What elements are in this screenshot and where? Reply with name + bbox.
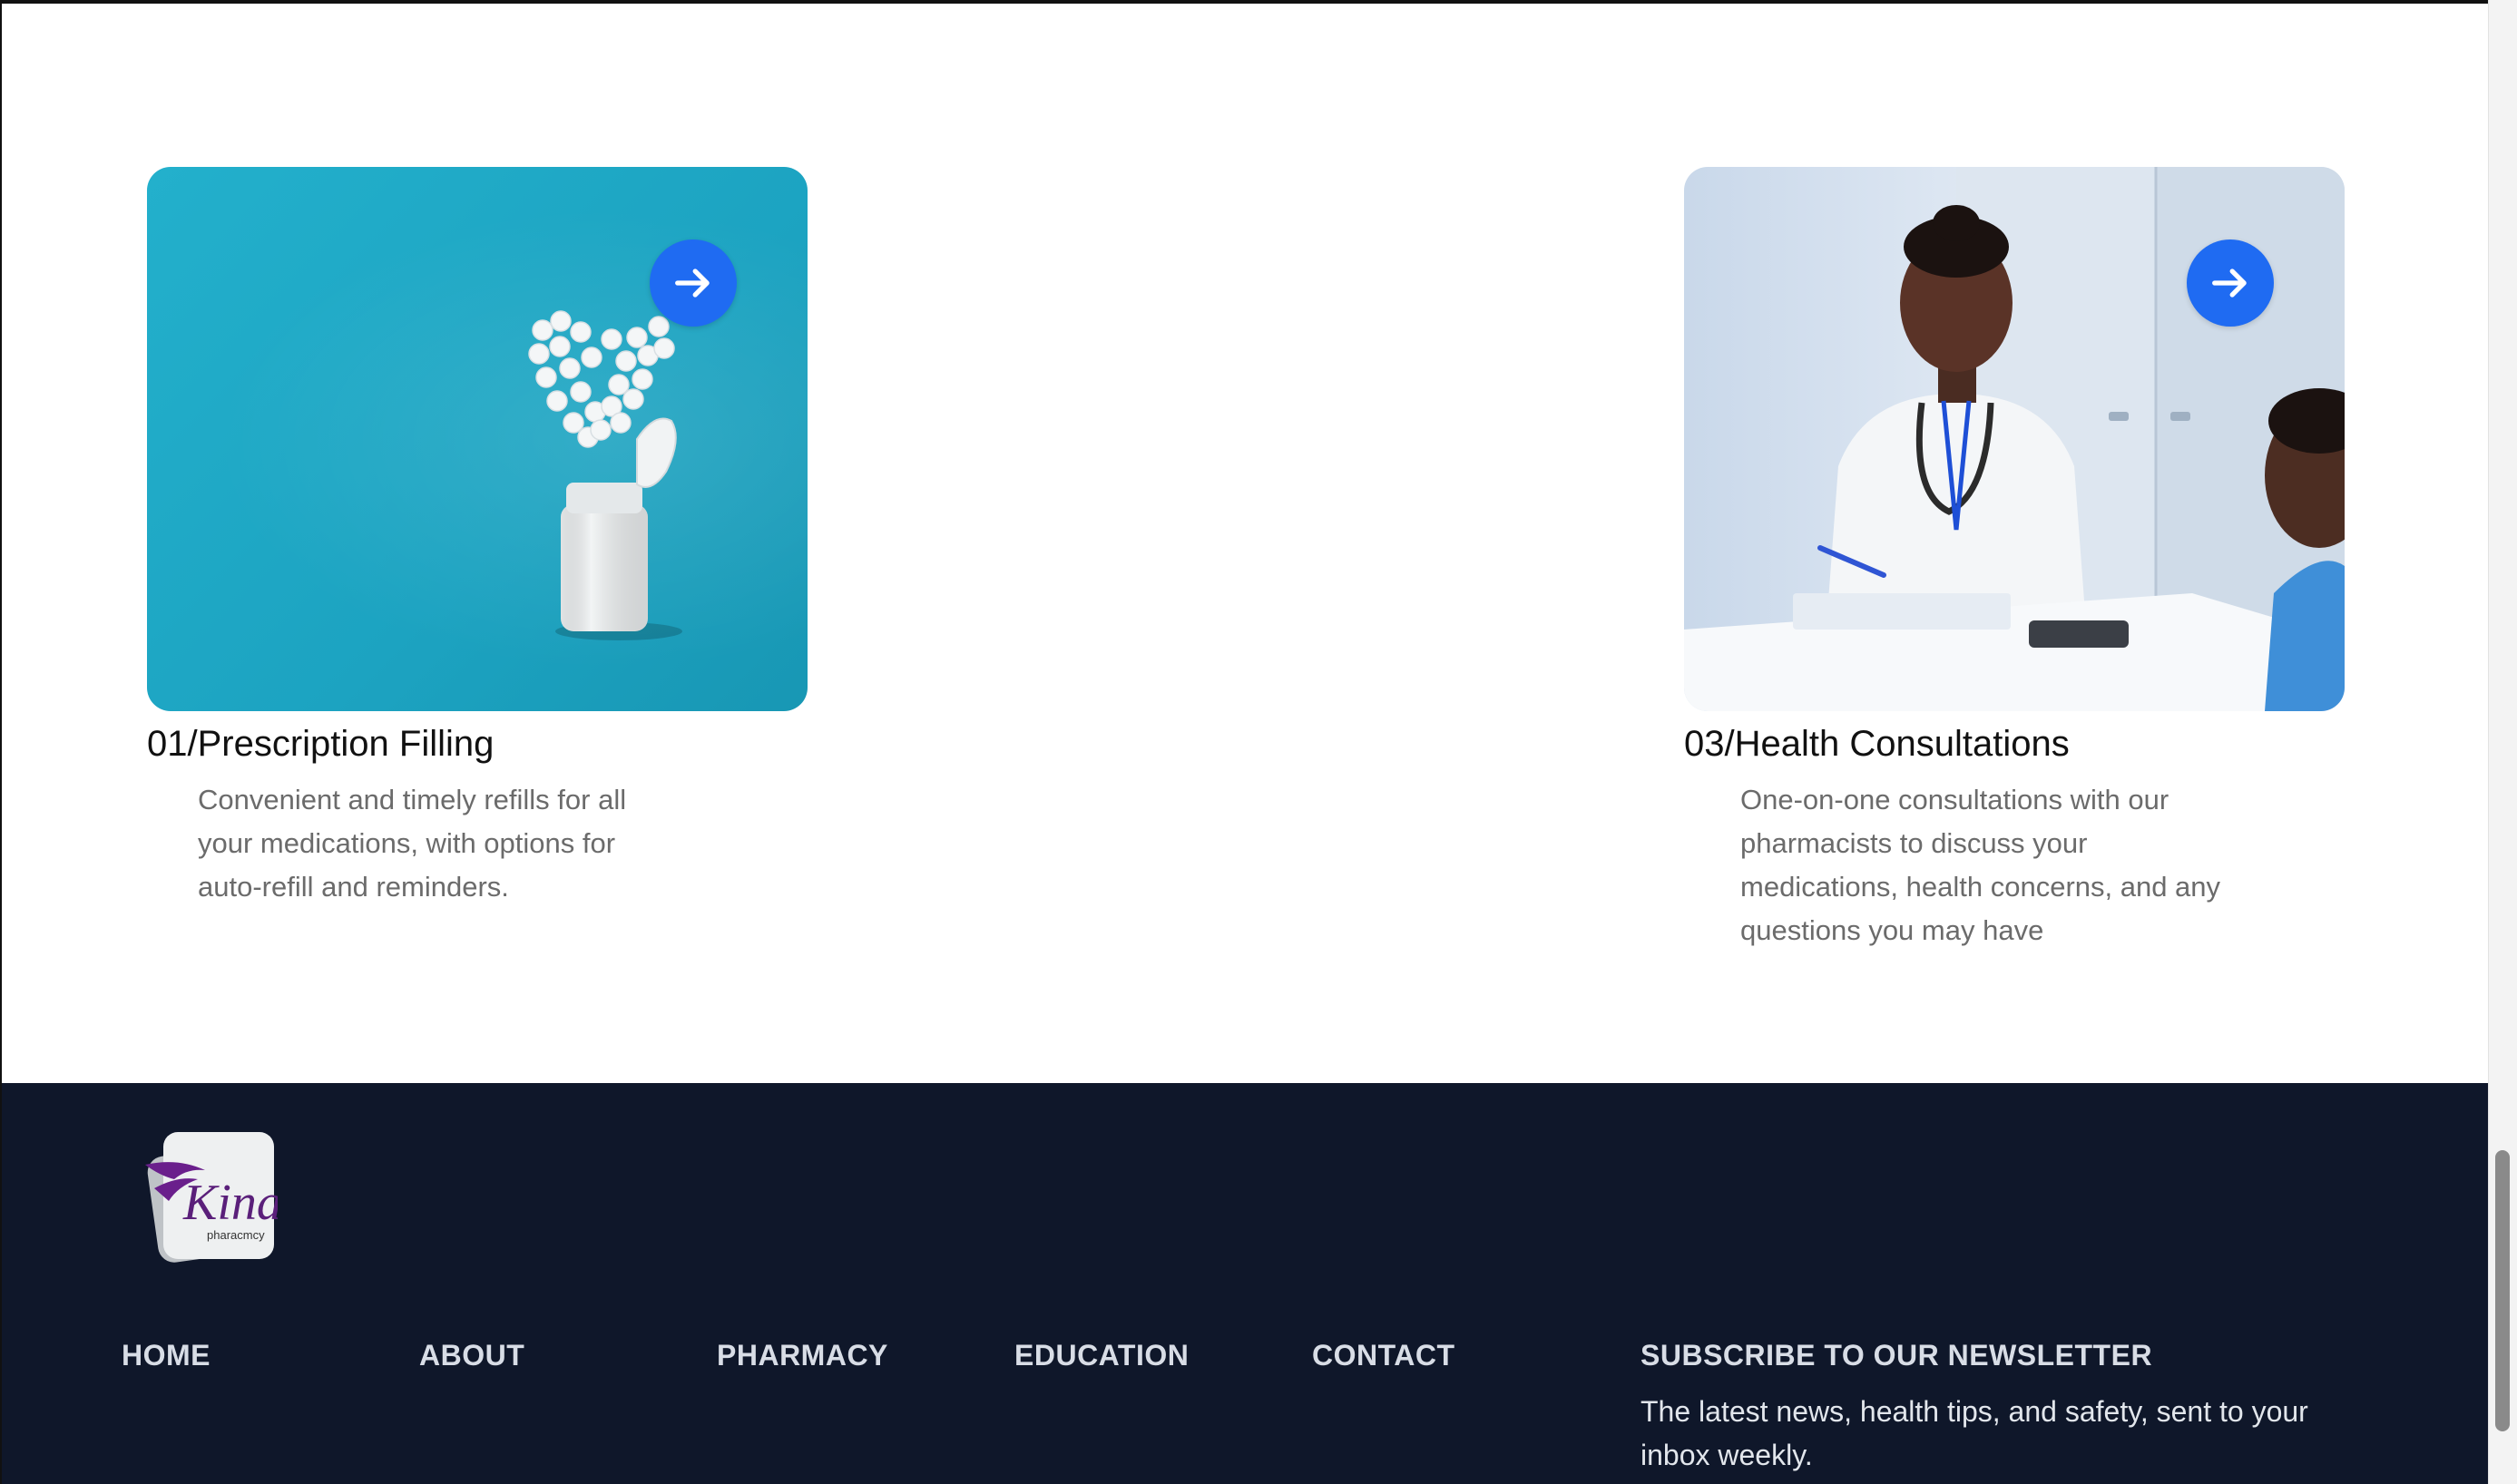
footer-link-contact[interactable]: CONTACT xyxy=(1312,1339,1455,1372)
footer-link-pharmacy[interactable]: PHARMACY xyxy=(717,1339,888,1372)
arrow-right-button[interactable] xyxy=(650,239,737,327)
logo-brand-text: Kina xyxy=(182,1175,278,1231)
pill-bottle-heart-image xyxy=(147,167,808,711)
site-footer: Kina pharacmcy HOME ABOUT PHARMACY EDUCA… xyxy=(2,1083,2488,1484)
services-section: 01/Prescription Filling Convenient and t… xyxy=(2,4,2488,1083)
arrow-right-icon xyxy=(2212,268,2247,298)
service-title: 01/Prescription Filling xyxy=(147,724,495,764)
kina-pharmacy-logo[interactable]: Kina pharacmcy xyxy=(142,1128,282,1264)
newsletter-heading: SUBSCRIBE TO OUR NEWSLETTER xyxy=(1640,1339,2153,1372)
arrow-right-icon xyxy=(675,268,710,298)
scrollbar-thumb[interactable] xyxy=(2495,1150,2510,1431)
logo-tagline-text: pharacmcy xyxy=(207,1228,265,1242)
pharmacist-consultation-image xyxy=(1684,167,2345,711)
service-card-prescription-filling[interactable]: 01/Prescription Filling Convenient and t… xyxy=(147,167,808,909)
page: 01/Prescription Filling Convenient and t… xyxy=(0,0,2517,1484)
service-description: Convenient and timely refills for all yo… xyxy=(198,784,627,903)
service-card-health-consultations[interactable]: 03/Health Consultations One-on-one consu… xyxy=(1684,167,2345,952)
footer-link-about[interactable]: ABOUT xyxy=(419,1339,524,1372)
footer-link-home[interactable]: HOME xyxy=(122,1339,211,1372)
footer-link-education[interactable]: EDUCATION xyxy=(1014,1339,1189,1372)
logo-icon: Kina pharacmcy xyxy=(145,1132,282,1263)
newsletter-description: The latest news, health tips, and safety… xyxy=(1640,1395,2308,1471)
service-title: 03/Health Consultations xyxy=(1684,724,2070,764)
arrow-right-button[interactable] xyxy=(2187,239,2274,327)
service-description: One-on-one consultations with our pharma… xyxy=(1740,784,2221,946)
